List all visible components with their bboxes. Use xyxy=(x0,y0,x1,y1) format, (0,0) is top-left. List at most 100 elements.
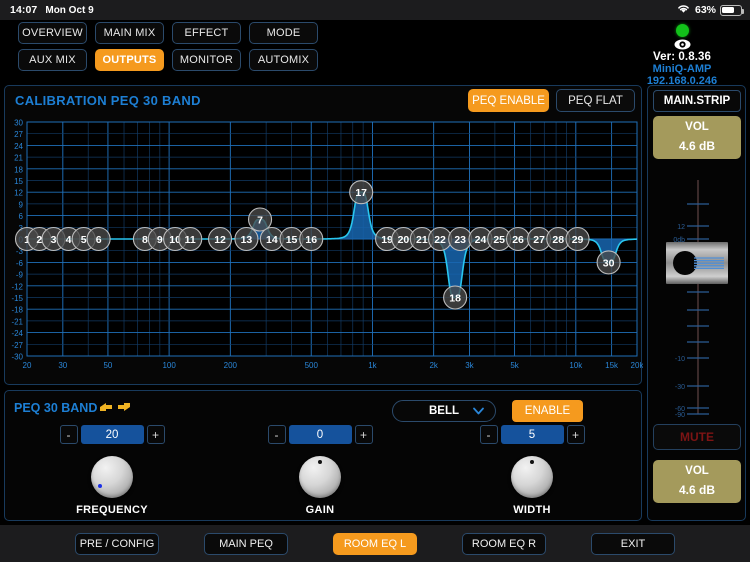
eq-band-handle-17[interactable]: 17 xyxy=(349,180,374,205)
frequency-control: - 20 + FREQUENCY xyxy=(32,425,192,516)
width-knob-indicator xyxy=(530,460,534,464)
svg-text:-27: -27 xyxy=(11,341,23,350)
svg-text:4: 4 xyxy=(66,234,72,246)
gain-plus-button[interactable]: + xyxy=(354,425,373,444)
frequency-value[interactable]: 20 xyxy=(80,425,144,444)
gain-stepper: - 0 + xyxy=(240,425,400,444)
device-name: MiniQ-AMP xyxy=(652,63,712,75)
svg-text:2k: 2k xyxy=(429,361,438,370)
peq-graph[interactable]: 302724211815129630-3-6-9-12-15-18-21-24-… xyxy=(5,114,643,384)
svg-text:50: 50 xyxy=(103,361,112,370)
channel-fader[interactable]: 12 0db -10 -30 -60 -90 xyxy=(648,164,747,422)
app-root: 14:07 Mon Oct 9 63% OVERVIEW MAIN MIX EF… xyxy=(0,0,750,562)
volume-bottom-label: VOL xyxy=(685,465,709,477)
volume-display-bottom[interactable]: VOL 4.6 dB xyxy=(653,460,741,503)
top-nav: OVERVIEW MAIN MIX EFFECT MODE AUX MIX OU… xyxy=(18,22,318,76)
tab-mode[interactable]: MODE xyxy=(249,22,318,44)
top-nav-row-2: AUX MIX OUTPUTS MONITOR AUTOMIX xyxy=(18,49,318,71)
filter-type-value: BELL xyxy=(428,405,460,417)
frequency-knob[interactable] xyxy=(91,456,133,498)
svg-text:6: 6 xyxy=(19,212,24,221)
svg-text:30: 30 xyxy=(14,119,23,128)
tab-effect[interactable]: EFFECT xyxy=(172,22,241,44)
svg-text:12: 12 xyxy=(677,224,685,231)
tab-automix[interactable]: AUTOMIX xyxy=(249,49,318,71)
svg-text:30: 30 xyxy=(603,257,615,269)
eq-band-handle-29[interactable]: 29 xyxy=(565,226,590,252)
volume-top-value: 4.6 dB xyxy=(678,139,715,153)
width-plus-button[interactable]: + xyxy=(566,425,585,444)
eq-band-handle-16[interactable]: 16 xyxy=(299,226,324,252)
eye-icon[interactable] xyxy=(674,39,691,50)
bottom-room-eq-l-button[interactable]: ROOM EQ L xyxy=(333,532,417,555)
bottom-main-peq-button[interactable]: MAIN PEQ xyxy=(204,532,288,555)
svg-text:1k: 1k xyxy=(368,361,377,370)
svg-text:500: 500 xyxy=(305,361,319,370)
svg-text:3: 3 xyxy=(51,234,57,246)
strip-name-button[interactable]: MAIN.STRIP xyxy=(653,90,741,112)
tab-outputs[interactable]: OUTPUTS xyxy=(95,49,164,71)
gain-knob-indicator xyxy=(318,460,322,464)
frequency-knob-indicator xyxy=(98,484,102,488)
tab-monitor[interactable]: MONITOR xyxy=(172,49,241,71)
svg-text:27: 27 xyxy=(533,234,545,246)
mute-button[interactable]: MUTE xyxy=(653,424,741,450)
svg-text:24: 24 xyxy=(14,142,23,151)
status-time: 14:07 xyxy=(10,4,38,16)
tab-aux-mix[interactable]: AUX MIX xyxy=(18,49,87,71)
svg-text:13: 13 xyxy=(241,234,253,246)
bottom-pre-config-button[interactable]: PRE / CONFIG xyxy=(75,532,159,555)
svg-text:7: 7 xyxy=(257,215,263,227)
svg-text:12: 12 xyxy=(14,189,23,198)
eq-band-handle-30[interactable]: 30 xyxy=(596,250,621,275)
gain-knob[interactable] xyxy=(299,456,341,498)
svg-text:25: 25 xyxy=(493,234,505,246)
svg-text:200: 200 xyxy=(224,361,238,370)
gain-minus-button[interactable]: - xyxy=(267,425,286,444)
bottom-room-eq-r-button[interactable]: ROOM EQ R xyxy=(462,532,546,555)
frequency-plus-button[interactable]: + xyxy=(146,425,165,444)
tab-overview[interactable]: OVERVIEW xyxy=(18,22,87,44)
svg-text:3k: 3k xyxy=(465,361,474,370)
volume-top-label: VOL xyxy=(685,121,709,133)
eq-band-handle-26[interactable]: 26 xyxy=(505,226,531,252)
peq-flat-button[interactable]: PEQ FLAT xyxy=(556,89,635,112)
svg-text:22: 22 xyxy=(434,234,446,246)
filter-type-select[interactable]: BELL xyxy=(392,400,496,422)
tab-main-mix[interactable]: MAIN MIX xyxy=(95,22,164,44)
bottom-exit-button[interactable]: EXIT xyxy=(591,532,675,555)
svg-text:17: 17 xyxy=(355,187,367,199)
width-knob[interactable] xyxy=(511,456,553,498)
frequency-stepper: - 20 + xyxy=(32,425,192,444)
gain-value[interactable]: 0 xyxy=(288,425,352,444)
eq-band-handle-13[interactable]: 13 xyxy=(234,226,259,252)
chevron-down-icon xyxy=(473,407,484,419)
svg-text:-6: -6 xyxy=(16,259,24,268)
width-minus-button[interactable]: - xyxy=(479,425,498,444)
gain-control: - 0 + GAIN xyxy=(240,425,400,516)
band-enable-button[interactable]: ENABLE xyxy=(512,400,583,422)
volume-display-top[interactable]: VOL 4.6 dB xyxy=(653,116,741,159)
eq-band-handle-22[interactable]: 22 xyxy=(428,226,453,252)
svg-text:28: 28 xyxy=(552,234,564,246)
svg-text:9: 9 xyxy=(157,234,163,246)
width-value[interactable]: 5 xyxy=(500,425,564,444)
eq-band-handle-18[interactable]: 18 xyxy=(443,285,468,310)
svg-text:26: 26 xyxy=(512,234,524,246)
status-date: Mon Oct 9 xyxy=(45,4,94,16)
svg-text:21: 21 xyxy=(14,154,23,163)
fader-handle[interactable] xyxy=(666,242,728,284)
pointing-hands-icon xyxy=(98,400,132,417)
gain-label: GAIN xyxy=(305,504,335,516)
volume-bottom-value: 4.6 dB xyxy=(678,483,715,497)
peq-enable-button[interactable]: PEQ ENABLE xyxy=(468,89,549,112)
device-info: Ver: 0.8.36 MiniQ-AMP 192.168.0.246 xyxy=(622,24,742,87)
svg-text:-21: -21 xyxy=(11,317,23,326)
svg-text:11: 11 xyxy=(185,234,196,246)
frequency-minus-button[interactable]: - xyxy=(59,425,78,444)
eq-band-handle-12[interactable]: 12 xyxy=(207,226,233,252)
eq-band-handle-23[interactable]: 23 xyxy=(448,226,473,252)
svg-text:30: 30 xyxy=(58,361,67,370)
eq-band-handle-11[interactable]: 11 xyxy=(178,226,203,252)
eq-band-handle-6[interactable]: 6 xyxy=(86,226,111,252)
